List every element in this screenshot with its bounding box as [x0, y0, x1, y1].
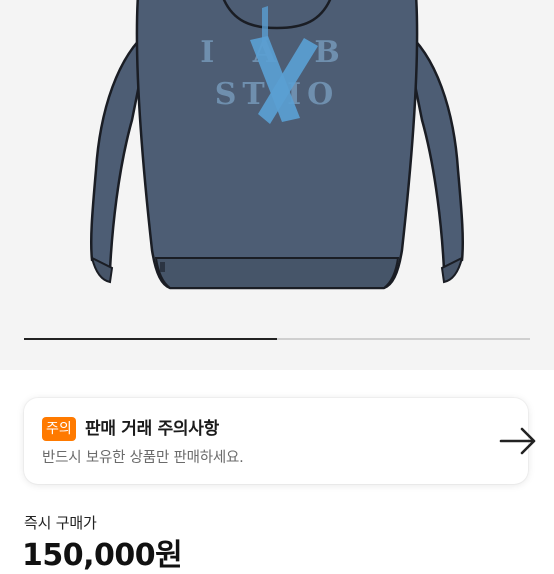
gallery-progress-bar [24, 338, 277, 340]
buy-now-price-label: 즉시 구매가 [24, 514, 97, 532]
hoodie-illustration: I A B ST IO [89, 0, 465, 290]
sales-notice-card[interactable]: 주의 판매 거래 주의사항 반드시 보유한 상품만 판매하세요. [24, 398, 536, 484]
hoodie-waistband [154, 257, 400, 289]
warning-badge: 주의 [42, 417, 76, 441]
hoodie-tag [160, 262, 165, 272]
gallery-progress-track[interactable] [24, 338, 530, 340]
notice-title: 판매 거래 주의사항 [85, 419, 219, 439]
buy-now-price: 150,000원 [22, 538, 183, 573]
product-image[interactable]: I A B ST IO [0, 0, 554, 370]
arrow-right-icon[interactable] [498, 426, 538, 456]
notice-description: 반드시 보유한 상품만 판매하세요. [42, 450, 244, 466]
